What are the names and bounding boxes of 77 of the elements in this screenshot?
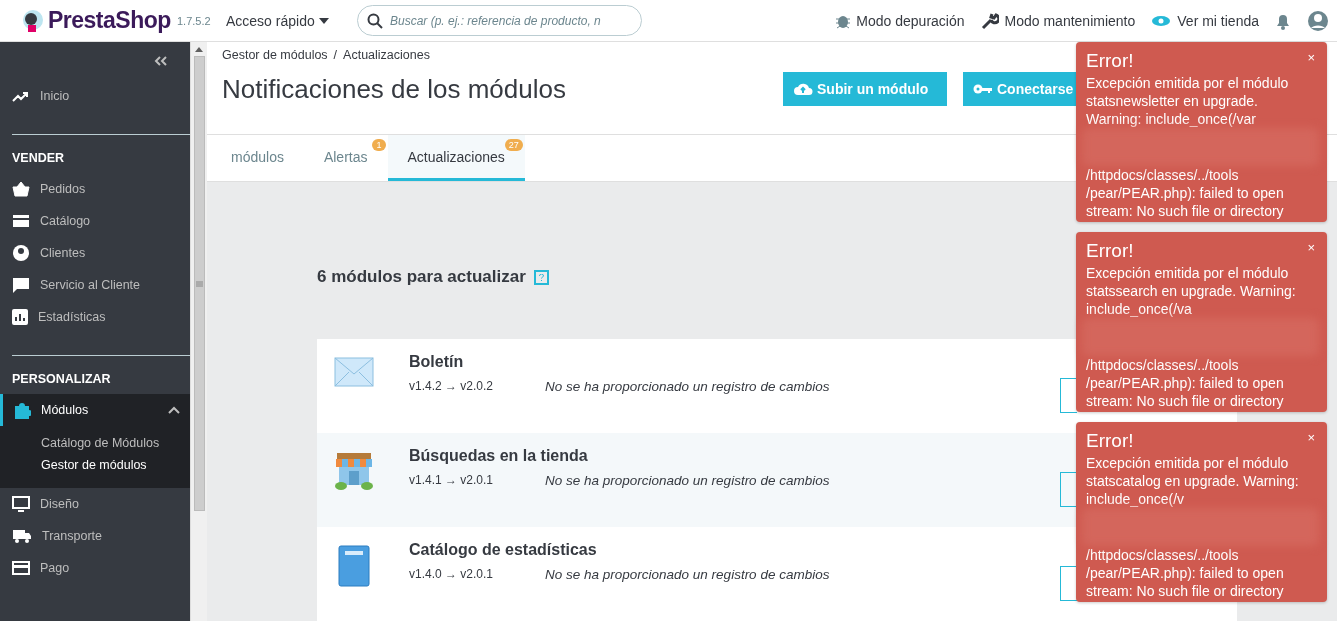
section-title: PERSONALIZAR (11, 371, 112, 388)
breadcrumb-link[interactable]: Gestor de módulos (222, 48, 328, 62)
truck-icon (12, 529, 32, 543)
toast-message: /httpdocs/classes/../tools /pear/PEAR.php): failed to open stream: No such file or directory (1086, 356, 1285, 410)
sidebar-item[interactable]: Diseño (0, 488, 190, 520)
sidebar-item[interactable]: Catálogo (0, 205, 190, 237)
count-badge: 1 (372, 139, 386, 151)
quick-access-dropdown[interactable]: Acceso rápido (226, 12, 357, 29)
module-name: Catálogo de estadísticas (409, 541, 598, 559)
module-name: Boletín (409, 353, 465, 371)
chat-icon (12, 277, 30, 293)
sidebar-item[interactable]: Pedidos (0, 173, 190, 205)
key-icon (973, 83, 993, 95)
version-label: 1.7.5.2 (177, 14, 212, 27)
basket-icon (12, 181, 30, 197)
changelog-note: No se ha proporcionado un registro de cambios (545, 567, 830, 582)
submenu-item[interactable]: Gestor de módulos (0, 454, 190, 476)
toast-message: /httpdocs/classes/../tools /pear/PEAR.php): failed to open stream: No such file or directory (1086, 546, 1285, 600)
header-link[interactable]: Ver mi tienda (1151, 12, 1259, 29)
close-button[interactable]: × (1307, 430, 1315, 445)
section-title: VENDER (11, 150, 66, 167)
search-field[interactable]: Buscar (p. ej.: referencia de producto, n (357, 5, 642, 36)
store-icon (12, 214, 30, 228)
toast-title: Error! (1086, 430, 1135, 452)
changelog-note: No se ha proporcionado un registro de cambios (545, 379, 830, 394)
collapse-icon[interactable] (154, 56, 168, 66)
changelog-note: No se ha proporcionado un registro de cambios (545, 473, 830, 488)
bar-chart-icon (12, 309, 28, 325)
toast-title: Error! (1086, 240, 1135, 262)
tab[interactable]: Alertas 1 (303, 135, 388, 181)
monitor-icon (12, 496, 30, 512)
tab[interactable]: Actualizaciones 27 (387, 135, 525, 181)
sidebar-item[interactable]: Servicio al Cliente (0, 269, 190, 301)
toast-message: Excepción emitida por el módulo statssearch en upgrade. Warning: include_once(/va (1086, 264, 1297, 318)
scroll-up-icon[interactable] (195, 46, 203, 52)
eye-icon (1151, 14, 1172, 27)
help-icon[interactable] (533, 269, 549, 285)
close-button[interactable]: × (1307, 240, 1315, 255)
book-icon (337, 545, 371, 587)
brand-logo: PrestaShop (48, 7, 171, 34)
breadcrumb-link[interactable]: Actualizaciones (343, 48, 430, 62)
close-button[interactable]: × (1307, 50, 1315, 65)
version-change: v1.4.0 → v2.0.1 (409, 567, 495, 582)
submenu-item[interactable]: Catálogo de Módulos (0, 432, 190, 454)
avatar-icon[interactable] (1307, 9, 1329, 32)
version-change: v1.4.2 → v2.0.2 (409, 379, 495, 394)
count-badge: 27 (504, 139, 523, 151)
tab[interactable]: módulos (211, 135, 304, 181)
header-link[interactable]: Modo mantenimiento (980, 11, 1136, 30)
breadcrumb-separator: / (333, 48, 338, 62)
version-change: v1.4.1 → v2.0.1 (409, 473, 495, 488)
toast-message: Excepción emitida por el módulo statscatalog en upgrade. Warning: include_once(/v (1086, 454, 1300, 508)
caret-icon (318, 17, 329, 24)
trend-up-icon (12, 90, 30, 102)
storefront-icon (334, 451, 374, 491)
envelope-icon (334, 357, 374, 387)
logo-icon (22, 8, 44, 33)
module-name: Búsquedas en la tienda (409, 447, 589, 465)
toast-message: /httpdocs/classes/../tools /pear/PEAR.php): failed to open stream: No such file or directory (1086, 166, 1285, 220)
scrollbar[interactable] (190, 42, 207, 621)
section-heading: 6 módulos para actualizar (317, 267, 526, 287)
sidebar-item[interactable]: Clientes (0, 237, 190, 269)
sidebar-item[interactable]: Transporte (0, 520, 190, 552)
sidebar-item[interactable]: Pago (0, 552, 190, 584)
sidebar-item[interactable]: Estadísticas (0, 301, 190, 333)
toast-message: Excepción emitida por el módulo statsnewsletter en upgrade. Warning: include_once(/var (1086, 74, 1290, 128)
page-title: Notificaciones de los módulos (222, 73, 566, 105)
cloud-upload-icon (793, 82, 813, 96)
wrench-icon (980, 11, 999, 30)
puzzle-icon (13, 401, 31, 419)
grip-icon (195, 280, 203, 287)
user-icon (12, 244, 30, 262)
sidebar-item[interactable]: Inicio (0, 80, 190, 112)
header-link[interactable]: Modo depuración (836, 12, 965, 29)
search-icon (367, 13, 383, 29)
card-icon (12, 561, 30, 575)
toast-title: Error! (1086, 50, 1135, 72)
